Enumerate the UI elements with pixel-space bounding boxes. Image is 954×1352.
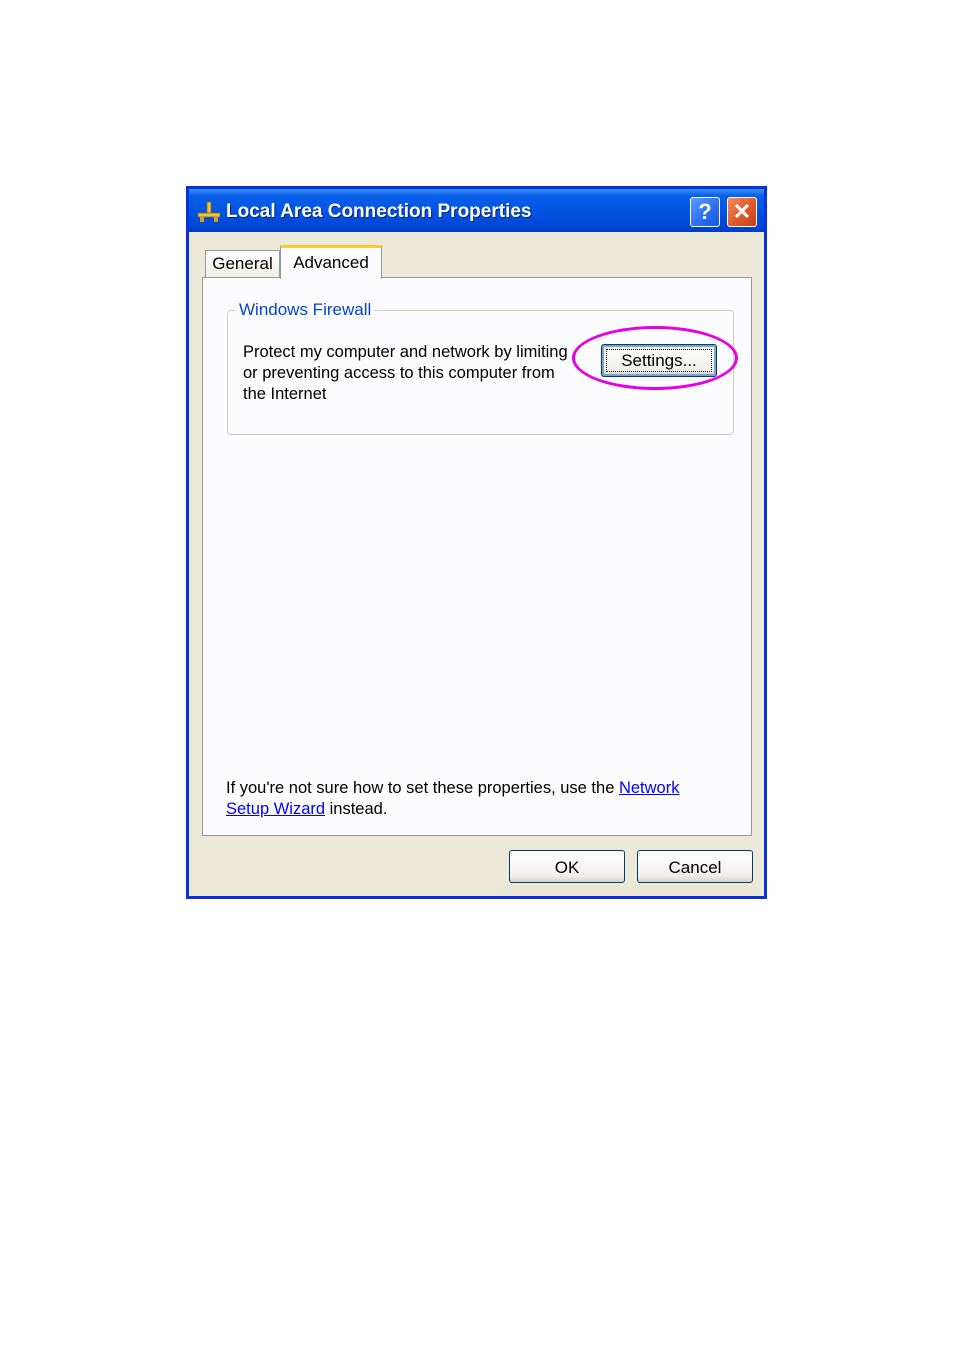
network-connection-icon [197, 201, 221, 222]
help-button[interactable]: ? [690, 197, 720, 227]
cancel-button[interactable]: Cancel [637, 850, 753, 883]
group-label: Windows Firewall [236, 299, 375, 321]
close-button[interactable]: ✕ [727, 197, 757, 227]
help-text-prefix: If you're not sure how to set these prop… [226, 779, 619, 797]
help-text: If you're not sure how to set these prop… [226, 778, 706, 820]
tab-advanced[interactable]: Advanced [280, 245, 382, 279]
properties-dialog: Local Area Connection Properties ? ✕ Gen… [186, 186, 767, 899]
tab-general[interactable]: General [205, 250, 280, 278]
highlight-circle [572, 326, 738, 390]
ok-button[interactable]: OK [509, 850, 625, 883]
window-title: Local Area Connection Properties [226, 201, 532, 222]
firewall-description: Protect my computer and network by limit… [243, 343, 568, 403]
title-bar[interactable]: Local Area Connection Properties ? ✕ [189, 189, 764, 232]
help-text-suffix: instead. [325, 800, 388, 818]
